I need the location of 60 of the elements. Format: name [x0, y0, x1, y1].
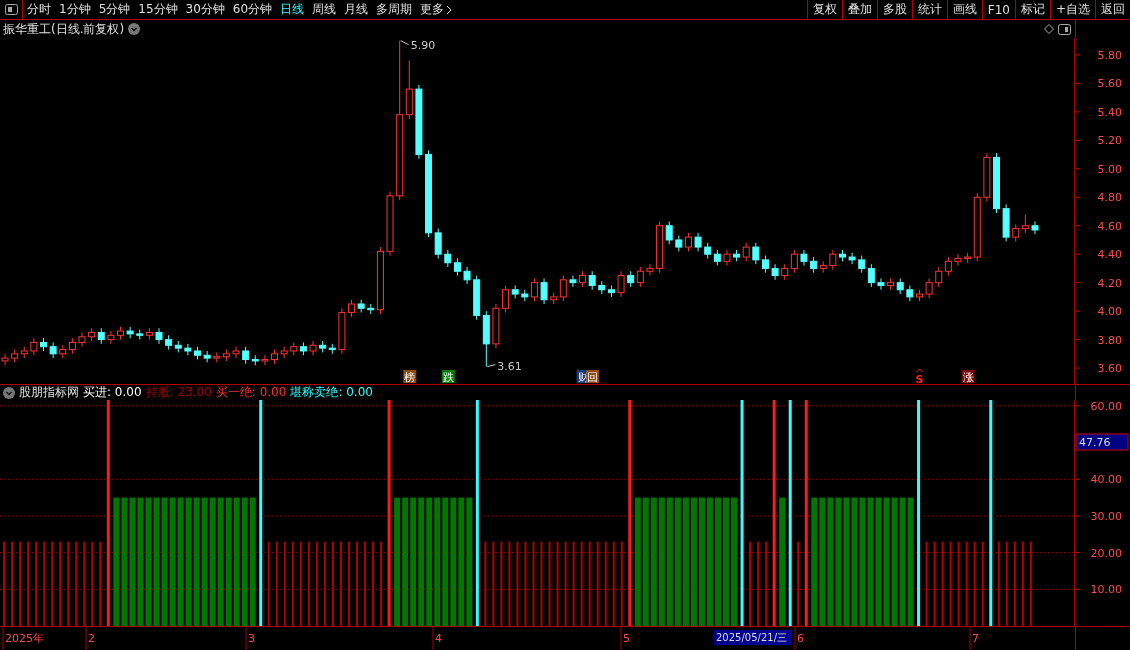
period-tab[interactable]: 月线 [340, 0, 373, 19]
more-button[interactable]: 更多 [416, 0, 457, 19]
chart-title: 振华重工(日线.前复权) [3, 20, 125, 38]
toolbar-button[interactable]: 叠加 [841, 0, 877, 19]
price-axis-label: 3.60 [1097, 362, 1123, 376]
period-tab[interactable]: 15分钟 [134, 0, 182, 19]
date-axis-label: 2025年 [5, 632, 44, 645]
indicator-readout: 持股: 23.00 [145, 384, 212, 401]
low-price-label: 3.61 [486, 359, 522, 373]
high-price-label: 5.90 [400, 38, 436, 52]
value-axis-label: 10.00 [1090, 583, 1123, 597]
date-axis-label: 5 [623, 632, 630, 645]
date-axis-label: 4 [435, 632, 442, 645]
price-axis-label: 5.60 [1097, 77, 1123, 91]
annotation: 5.90 [410, 38, 436, 52]
event-marker[interactable]: 回 [586, 370, 600, 384]
toolbar-button[interactable]: F10 [981, 0, 1015, 19]
toolbar-button[interactable]: 标记 [1014, 0, 1050, 19]
price-axis-label: 5.00 [1097, 162, 1123, 176]
period-tab[interactable]: 60分钟 [228, 0, 277, 19]
price-axis-label: 4.20 [1097, 276, 1123, 290]
period-tab[interactable]: 周线 [308, 0, 341, 19]
price-axis-label: 4.80 [1097, 191, 1123, 205]
date-axis-label: 6 [797, 632, 804, 645]
toolbar-button[interactable]: 统计 [911, 0, 947, 19]
period-tab[interactable]: 1分钟 [55, 0, 95, 19]
price-axis-label: 4.00 [1097, 305, 1123, 319]
toolbar-button[interactable]: +自选 [1049, 0, 1095, 19]
value-axis-label: 30.00 [1090, 509, 1123, 523]
indicator-readout: 买进: 0.00 [83, 384, 142, 401]
event-marker[interactable]: 榜 [403, 370, 417, 384]
period-tab[interactable]: 5分钟 [94, 0, 135, 19]
date-axis-label: 3 [248, 632, 255, 645]
price-axis-label: 5.40 [1097, 105, 1123, 119]
value-axis-label: 60.00 [1090, 400, 1123, 413]
period-tab[interactable]: 多周期 [372, 0, 417, 19]
event-marker[interactable]: 跌 [441, 370, 455, 384]
date-axis-label: 2 [88, 632, 95, 645]
price-axis-label: 4.40 [1097, 248, 1123, 262]
indicator-readout: 买一绝: 0.00 [215, 384, 287, 401]
toolbar-button[interactable]: 复权 [806, 0, 842, 19]
cursor-value-label: 47.76 [1075, 433, 1129, 451]
price-axis-label: 3.80 [1097, 333, 1123, 347]
toolbar-button[interactable]: 画线 [946, 0, 982, 19]
price-axis-label: 5.80 [1097, 48, 1123, 62]
annotation: 3.61 [497, 359, 522, 373]
period-tab[interactable]: 日线 [276, 0, 309, 19]
period-tab[interactable]: 30分钟 [181, 0, 229, 19]
indicator-name: 股朋指标网 [19, 384, 79, 401]
indicator-readout: 堪称卖绝: 0.00 [290, 384, 373, 401]
toolbar-button[interactable]: 返回 [1095, 0, 1130, 19]
cursor-date-label: 2025/05/21/三 [714, 630, 792, 645]
toolbar-button[interactable]: 多股 [876, 0, 912, 19]
event-marker[interactable]: 涨 [961, 370, 975, 384]
value-axis-label: 40.00 [1090, 473, 1123, 487]
value-axis-label: 20.00 [1090, 546, 1123, 560]
period-tab[interactable]: 分时 [23, 0, 55, 19]
price-axis-label: 5.20 [1097, 134, 1123, 148]
price-axis-label: 4.60 [1097, 219, 1123, 233]
date-axis-label: 7 [972, 632, 979, 645]
